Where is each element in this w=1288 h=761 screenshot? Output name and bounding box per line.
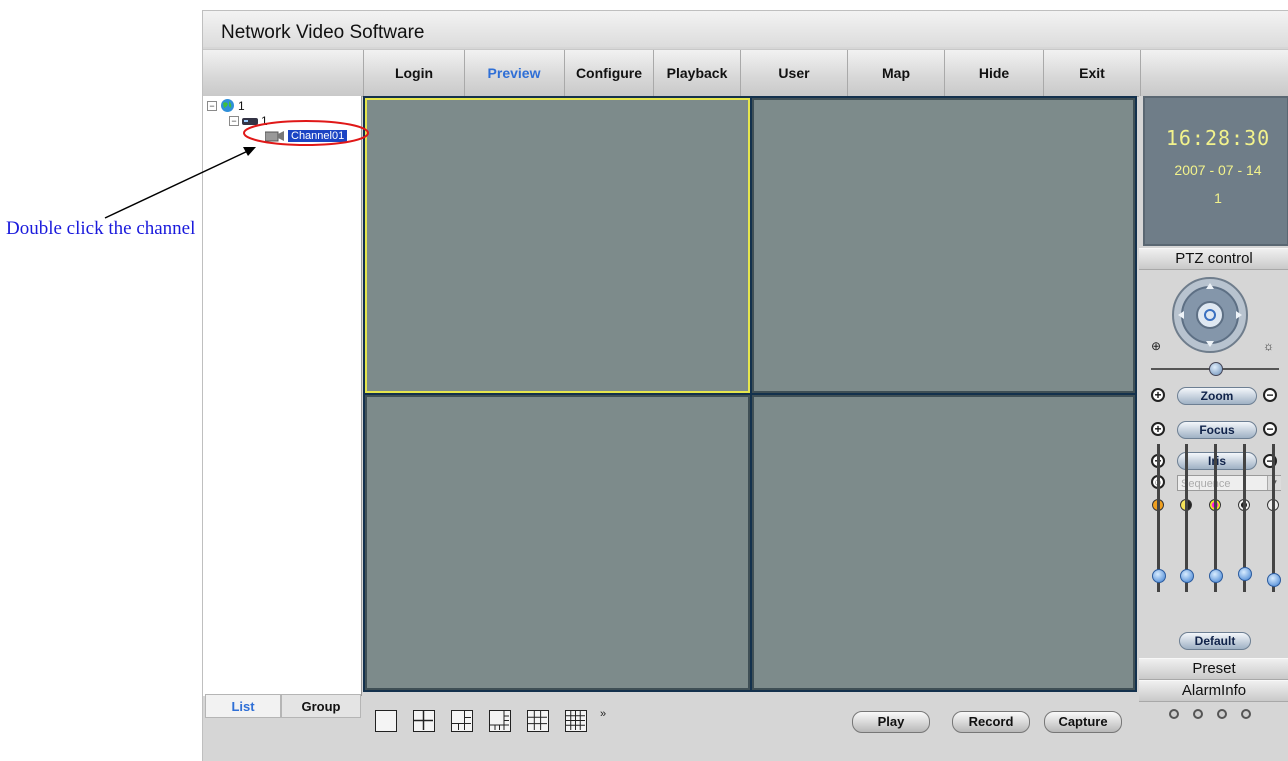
- clock-channel: 1: [1214, 190, 1222, 206]
- ptz-direction-wheel[interactable]: [1171, 276, 1249, 354]
- video-window-3[interactable]: [365, 395, 750, 690]
- zoom-out-icon[interactable]: −: [1263, 388, 1277, 402]
- grid-6-icon: [452, 711, 471, 730]
- tree-root-label: 1: [238, 98, 245, 113]
- grid-4x4-icon: [566, 711, 585, 730]
- menu-user[interactable]: User: [741, 50, 848, 96]
- light-icon[interactable]: ☼: [1263, 339, 1274, 353]
- focus-in-icon[interactable]: +: [1151, 422, 1165, 436]
- sequence-select[interactable]: Sequence: [1177, 475, 1281, 491]
- menu-map[interactable]: Map: [848, 50, 945, 96]
- default-button[interactable]: Default: [1179, 632, 1251, 650]
- more-layouts-button[interactable]: »: [600, 708, 606, 720]
- capture-button[interactable]: Capture: [1044, 711, 1122, 733]
- alarm-indicator-icon: [1241, 709, 1251, 719]
- speed-slider-knob[interactable]: [1209, 362, 1223, 376]
- preset-header[interactable]: Preset: [1139, 658, 1288, 680]
- menu-preview[interactable]: Preview: [464, 50, 565, 96]
- video-window-2[interactable]: [752, 98, 1135, 393]
- alarm-indicator-icon: [1217, 709, 1227, 719]
- collapse-icon[interactable]: −: [207, 100, 217, 111]
- channel-label[interactable]: Channel01: [288, 130, 348, 142]
- tab-list[interactable]: List: [205, 694, 281, 718]
- camera-icon: [265, 131, 284, 142]
- hue-slider-knob[interactable]: [1238, 567, 1252, 581]
- layout-2x2-icon[interactable]: [413, 710, 435, 732]
- layout-1x1-icon[interactable]: [375, 710, 397, 732]
- zoom-label: Zoom: [1177, 387, 1257, 405]
- alarm-indicator-icon: [1169, 709, 1179, 719]
- title-bar: Network Video Software: [203, 11, 1288, 47]
- collapse-icon[interactable]: −: [229, 116, 239, 126]
- play-button[interactable]: Play: [852, 711, 930, 733]
- layout-6-icon[interactable]: [451, 710, 473, 732]
- focus-out-icon[interactable]: −: [1263, 422, 1277, 436]
- volume-slider[interactable]: [1272, 444, 1275, 592]
- focus-label: Focus: [1177, 421, 1257, 439]
- clock-time: 16:28:30: [1165, 126, 1271, 150]
- layout-4x4-icon[interactable]: [565, 710, 587, 732]
- control-panel: 16:28:30 2007 - 07 - 14 1 PTZ control ⊕ …: [1139, 96, 1288, 761]
- layout-8-icon[interactable]: [489, 710, 511, 732]
- menu-playback[interactable]: Playback: [654, 50, 741, 96]
- grid-8-icon: [490, 711, 509, 730]
- device-tree: − 1 − 1 Channel01: [203, 96, 362, 696]
- annotation-label: Double click the channel: [6, 218, 196, 239]
- menu-login[interactable]: Login: [363, 50, 465, 96]
- saturation-slider-knob[interactable]: [1209, 569, 1223, 583]
- video-window-4[interactable]: [752, 395, 1135, 690]
- dvr-device-icon: [242, 118, 258, 125]
- tree-device-label: 1: [261, 114, 268, 128]
- alarm-indicator-icon: [1193, 709, 1203, 719]
- layout-3x3-icon[interactable]: [527, 710, 549, 732]
- menu-bar: Login Preview Configure Playback User Ma…: [203, 49, 1288, 97]
- contrast-slider-knob[interactable]: [1180, 569, 1194, 583]
- wiper-icon[interactable]: ⊕: [1151, 339, 1161, 353]
- tree-root-node[interactable]: − 1: [207, 98, 245, 113]
- ptz-header[interactable]: PTZ control: [1139, 248, 1288, 270]
- menu-exit[interactable]: Exit: [1044, 50, 1141, 96]
- tree-channel-node[interactable]: Channel01: [265, 130, 348, 142]
- menu-hide[interactable]: Hide: [945, 50, 1044, 96]
- grid-2x2-icon: [414, 711, 433, 730]
- tab-group[interactable]: Group: [281, 694, 361, 718]
- zoom-in-icon[interactable]: +: [1151, 388, 1165, 402]
- volume-slider-knob[interactable]: [1267, 573, 1281, 587]
- menu-configure[interactable]: Configure: [565, 50, 654, 96]
- brightness-slider-knob[interactable]: [1152, 569, 1166, 583]
- app-window: Network Video Software Login Preview Con…: [202, 10, 1288, 761]
- clock-display: 16:28:30 2007 - 07 - 14 1: [1143, 96, 1288, 246]
- globe-icon: [221, 99, 234, 112]
- clock-date: 2007 - 07 - 14: [1174, 162, 1262, 178]
- video-window-1[interactable]: [365, 98, 750, 393]
- grid-3x3-icon: [528, 711, 547, 730]
- alarm-info-header[interactable]: AlarmInfo: [1139, 680, 1288, 702]
- app-title: Network Video Software: [221, 22, 425, 43]
- tree-device-node[interactable]: − 1: [229, 114, 268, 128]
- video-grid: [363, 96, 1137, 692]
- record-button[interactable]: Record: [952, 711, 1030, 733]
